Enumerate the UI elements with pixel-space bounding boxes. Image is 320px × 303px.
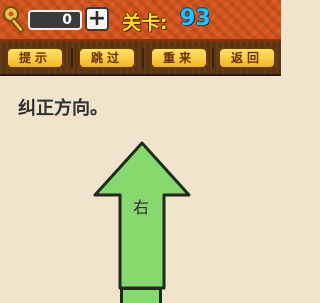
level-number: 93: [180, 6, 211, 31]
back-button[interactable]: 返回: [218, 47, 276, 69]
coin-counter: 0: [28, 10, 82, 30]
toolbar-divider: [212, 48, 214, 68]
level-label: 关卡:: [122, 12, 168, 34]
hint-button[interactable]: 提示: [6, 47, 64, 69]
arrow-label: 右: [132, 198, 149, 217]
arrow-block[interactable]: [120, 287, 162, 303]
top-bar: 0 + 关卡: 93: [0, 0, 281, 42]
toolbar: 提示 跳过 重来 返回: [0, 42, 281, 76]
toolbar-divider: [142, 48, 144, 68]
retry-button[interactable]: 重来: [150, 47, 208, 69]
skip-button[interactable]: 跳过: [78, 47, 136, 69]
question-text: 纠正方向。: [18, 98, 108, 119]
toolbar-divider: [71, 48, 73, 68]
coin-count: 0: [62, 12, 72, 28]
add-coins-button[interactable]: +: [85, 7, 109, 31]
